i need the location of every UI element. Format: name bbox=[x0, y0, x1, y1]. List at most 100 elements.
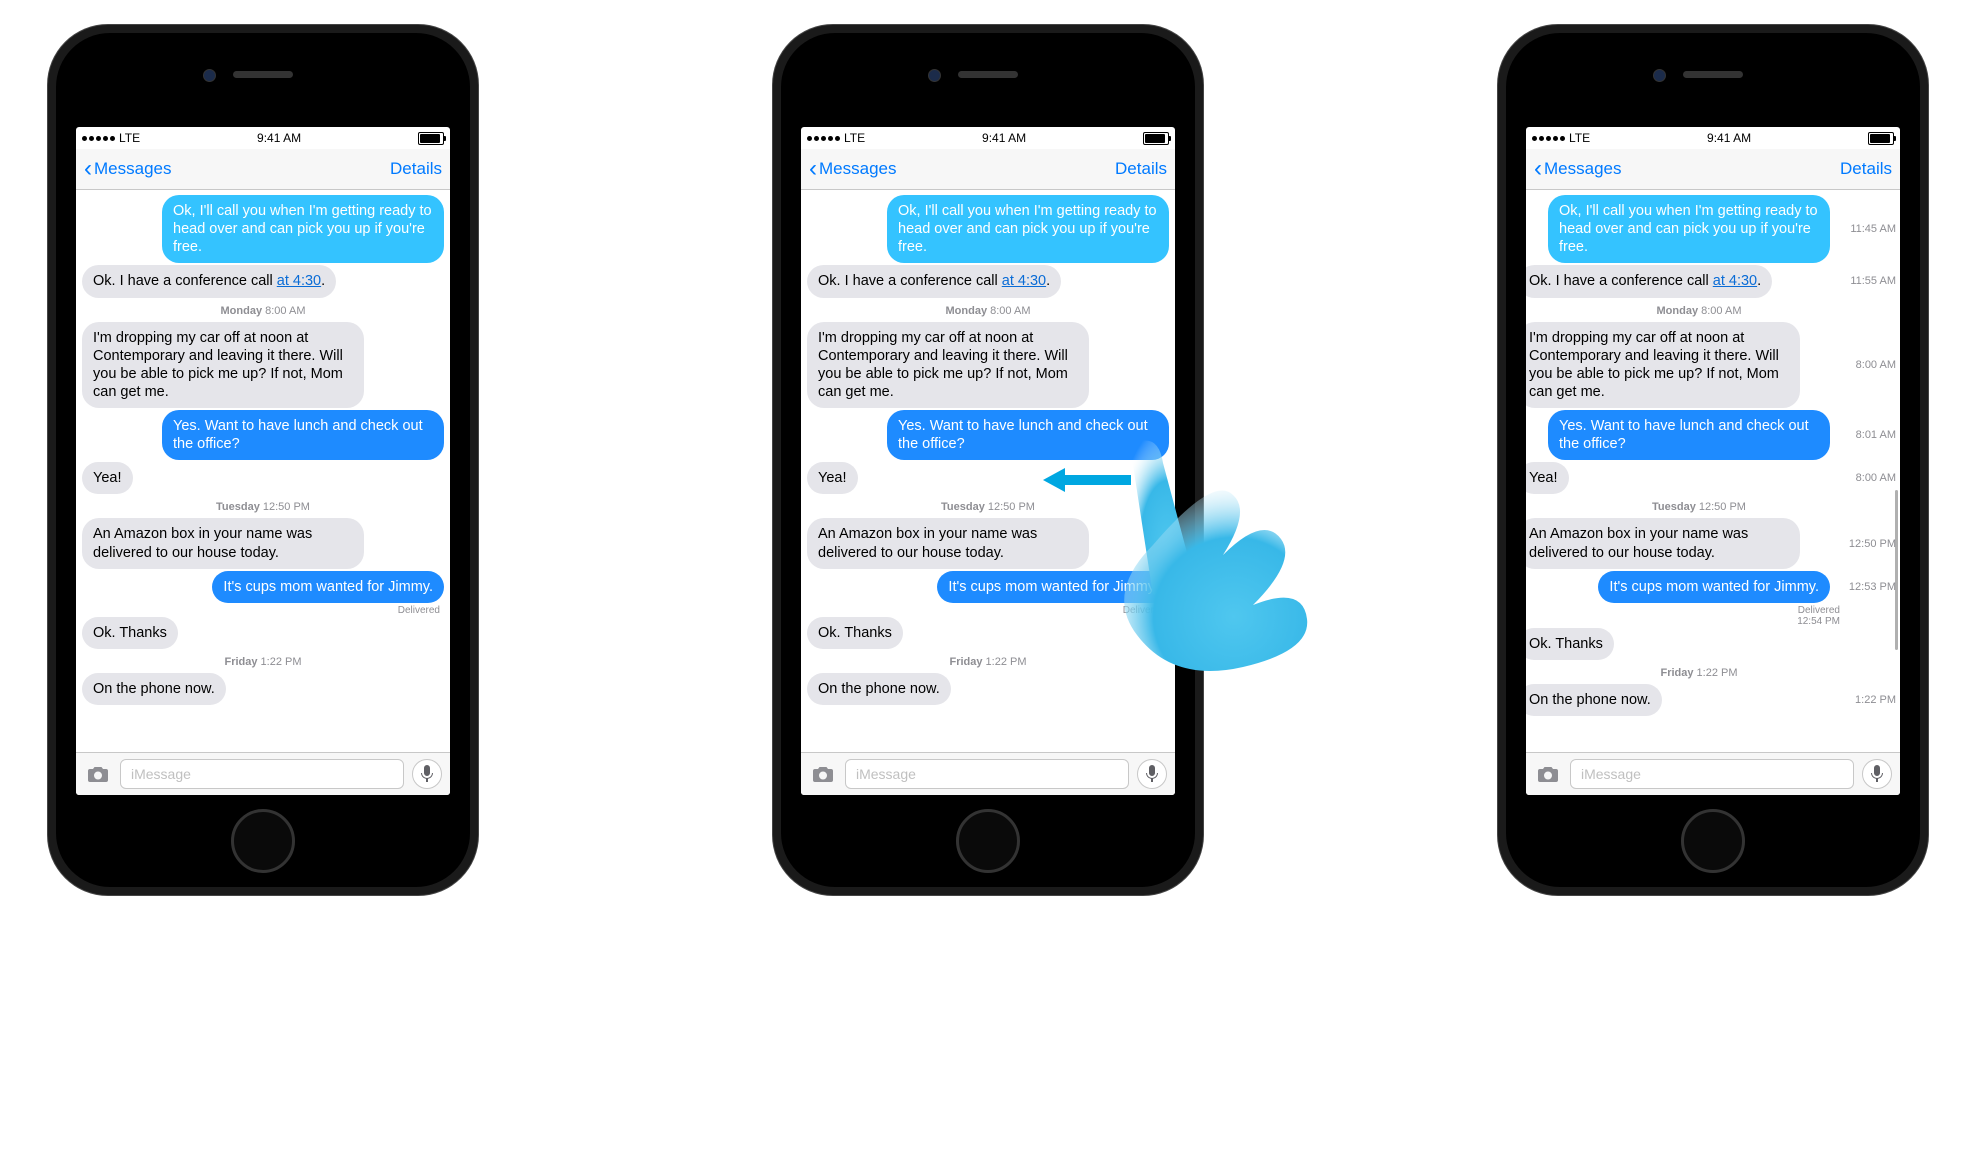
back-button[interactable]: ‹Messages bbox=[809, 157, 896, 181]
carrier-label: LTE bbox=[1569, 131, 1590, 145]
message-input[interactable]: iMessage bbox=[1570, 759, 1854, 789]
back-button[interactable]: ‹ Messages bbox=[84, 157, 171, 181]
timestamp-divider: Monday 8:00 AM bbox=[801, 299, 1175, 321]
message-bubble-received[interactable]: Yea! bbox=[807, 462, 858, 494]
delivered-label: Delivered12:54 PM bbox=[1526, 604, 1896, 627]
chevron-left-icon: ‹ bbox=[1534, 157, 1542, 181]
message-bubble-received[interactable]: On the phone now. bbox=[1526, 684, 1662, 716]
chevron-left-icon: ‹ bbox=[809, 157, 817, 181]
battery-icon bbox=[1868, 132, 1894, 145]
message-bubble-sent[interactable]: It's cups mom wanted for Jimmy. bbox=[1598, 571, 1830, 603]
compose-bar: iMessage bbox=[801, 752, 1175, 795]
camera-icon[interactable] bbox=[809, 760, 837, 788]
front-camera bbox=[1653, 69, 1666, 82]
message-timestamp: 8:00 AM bbox=[1856, 359, 1896, 371]
camera-icon[interactable] bbox=[84, 760, 112, 788]
message-bubble-received[interactable]: I'm dropping my car off at noon at Conte… bbox=[807, 322, 1089, 409]
message-bubble-received[interactable]: I'm dropping my car off at noon at Conte… bbox=[82, 322, 364, 409]
delivered-label: Delivered bbox=[801, 604, 1175, 616]
message-timestamp: 11:55 AM bbox=[1850, 275, 1896, 287]
timestamp-divider: Tuesday 12:50 PM bbox=[76, 495, 450, 517]
chevron-left-icon: ‹ bbox=[84, 157, 92, 181]
nav-bar: ‹Messages Details bbox=[801, 149, 1175, 190]
back-button[interactable]: ‹Messages bbox=[1534, 157, 1621, 181]
microphone-icon[interactable] bbox=[1137, 759, 1167, 789]
status-time: 9:41 AM bbox=[982, 131, 1026, 145]
message-timestamp: 1:22 PM bbox=[1855, 694, 1896, 706]
message-bubble-sent[interactable]: Ok, I'll call you when I'm getting ready… bbox=[1548, 195, 1830, 263]
timestamp-divider: Tuesday 12:50 PM bbox=[801, 495, 1175, 517]
message-bubble-received[interactable]: Ok. I have a conference call at 4:30. bbox=[82, 265, 336, 297]
conversation-scroll[interactable]: Ok, I'll call you when I'm getting ready… bbox=[1526, 190, 1900, 752]
nav-bar: ‹ Messages Details bbox=[76, 149, 450, 190]
home-button[interactable] bbox=[231, 809, 295, 873]
timestamp-divider: Tuesday 12:50 PM bbox=[1526, 495, 1886, 517]
message-timestamp: 8:00 AM bbox=[1856, 472, 1896, 484]
timestamp-divider: Friday 1:22 PM bbox=[76, 650, 450, 672]
message-bubble-received[interactable]: Ok. Thanks bbox=[82, 617, 178, 649]
message-bubble-sent[interactable]: It's cups mom wanted for Jimmy. bbox=[937, 571, 1169, 603]
nav-bar: ‹Messages Details bbox=[1526, 149, 1900, 190]
message-bubble-sent[interactable]: Yes. Want to have lunch and check out th… bbox=[1548, 410, 1830, 460]
details-button[interactable]: Details bbox=[390, 159, 442, 179]
message-input[interactable]: iMessage bbox=[120, 759, 404, 789]
front-camera bbox=[203, 69, 216, 82]
message-bubble-sent[interactable]: Ok, I'll call you when I'm getting ready… bbox=[887, 195, 1169, 263]
timestamp-divider: Friday 1:22 PM bbox=[801, 650, 1175, 672]
signal-dots-icon bbox=[807, 136, 840, 141]
details-button[interactable]: Details bbox=[1840, 159, 1892, 179]
message-bubble-received[interactable]: On the phone now. bbox=[82, 673, 226, 705]
message-bubble-sent[interactable]: Yes. Want to have lunch and check out th… bbox=[162, 410, 444, 460]
message-bubble-received[interactable]: Ok. I have a conference call at 4:30. bbox=[1526, 265, 1772, 297]
time-link[interactable]: at 4:30 bbox=[1002, 273, 1046, 289]
timestamp-divider: Monday 8:00 AM bbox=[1526, 299, 1886, 321]
conversation-scroll[interactable]: Ok, I'll call you when I'm getting ready… bbox=[76, 190, 450, 752]
status-bar: LTE 9:41 AM bbox=[1526, 127, 1900, 149]
front-camera bbox=[928, 69, 941, 82]
message-bubble-received[interactable]: Ok. I have a conference call at 4:30. bbox=[807, 265, 1061, 297]
compose-bar: iMessage bbox=[1526, 752, 1900, 795]
status-bar: LTE 9:41 AM bbox=[801, 127, 1175, 149]
camera-icon[interactable] bbox=[1534, 760, 1562, 788]
message-bubble-sent[interactable]: Yes. Want to have lunch and check out th… bbox=[887, 410, 1169, 460]
iphone-frame-2: LTE 9:41 AM ‹Messages Details Ok, I'll c… bbox=[773, 25, 1203, 895]
status-time: 9:41 AM bbox=[1707, 131, 1751, 145]
back-label: Messages bbox=[819, 159, 896, 179]
compose-bar: iMessage bbox=[76, 752, 450, 795]
message-bubble-received[interactable]: Yea! bbox=[82, 462, 133, 494]
microphone-icon[interactable] bbox=[1862, 759, 1892, 789]
microphone-icon[interactable] bbox=[412, 759, 442, 789]
timestamp-divider: Monday 8:00 AM bbox=[76, 299, 450, 321]
message-bubble-sent[interactable]: It's cups mom wanted for Jimmy. bbox=[212, 571, 444, 603]
message-bubble-received[interactable]: Ok. Thanks bbox=[1526, 628, 1614, 660]
message-bubble-sent[interactable]: Ok, I'll call you when I'm getting ready… bbox=[162, 195, 444, 263]
swipe-left-arrow-icon bbox=[1043, 465, 1133, 495]
earpiece-speaker bbox=[958, 71, 1018, 78]
delivered-label: Delivered bbox=[76, 604, 450, 616]
battery-icon bbox=[1143, 132, 1169, 145]
message-bubble-received[interactable]: Yea! bbox=[1526, 462, 1569, 494]
status-bar: LTE 9:41 AM bbox=[76, 127, 450, 149]
iphone-frame-1: LTE 9:41 AM ‹ Messages Details Ok, I'll … bbox=[48, 25, 478, 895]
signal-dots-icon bbox=[1532, 136, 1565, 141]
message-bubble-received[interactable]: An Amazon box in your name was delivered… bbox=[1526, 518, 1800, 568]
message-timestamp: 8:01 AM bbox=[1856, 429, 1896, 441]
time-link[interactable]: at 4:30 bbox=[1713, 273, 1757, 289]
time-link[interactable]: at 4:30 bbox=[277, 273, 321, 289]
home-button[interactable] bbox=[956, 809, 1020, 873]
message-bubble-received[interactable]: I'm dropping my car off at noon at Conte… bbox=[1526, 322, 1800, 409]
message-bubble-received[interactable]: An Amazon box in your name was delivered… bbox=[82, 518, 364, 568]
earpiece-speaker bbox=[233, 71, 293, 78]
message-timestamp: 12:53 PM bbox=[1849, 581, 1896, 593]
message-timestamp: 12:50 PM bbox=[1849, 538, 1896, 550]
status-time: 9:41 AM bbox=[257, 131, 301, 145]
message-bubble-received[interactable]: An Amazon box in your name was delivered… bbox=[807, 518, 1089, 568]
timestamp-divider: Friday 1:22 PM bbox=[1526, 661, 1886, 683]
back-label: Messages bbox=[1544, 159, 1621, 179]
message-bubble-received[interactable]: On the phone now. bbox=[807, 673, 951, 705]
battery-icon bbox=[418, 132, 444, 145]
message-input[interactable]: iMessage bbox=[845, 759, 1129, 789]
message-bubble-received[interactable]: Ok. Thanks bbox=[807, 617, 903, 649]
details-button[interactable]: Details bbox=[1115, 159, 1167, 179]
home-button[interactable] bbox=[1681, 809, 1745, 873]
